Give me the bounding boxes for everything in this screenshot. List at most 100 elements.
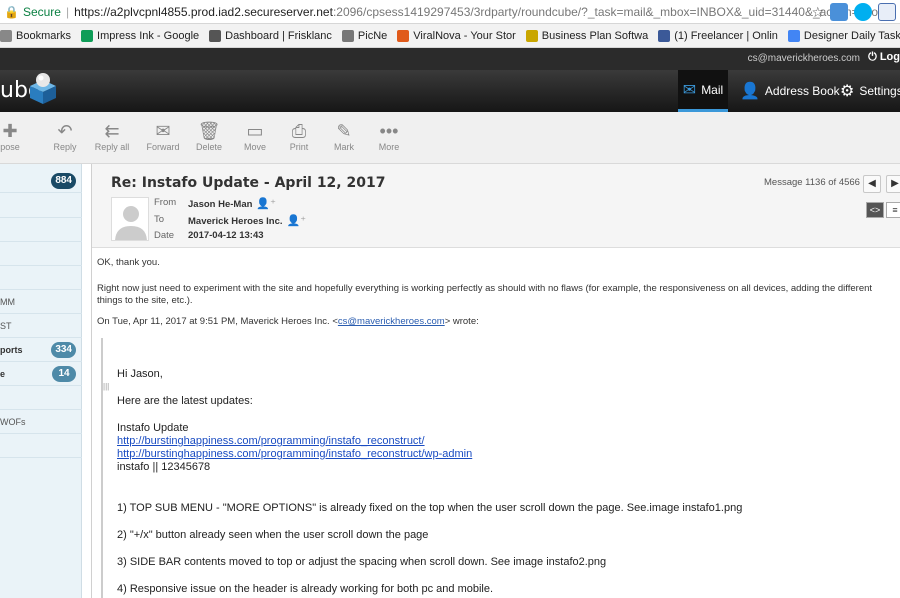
folder-item[interactable] — [0, 434, 82, 458]
logout-button[interactable]: ⏻ Log — [868, 51, 900, 64]
bookmark-label: Dashboard | Frisklanc — [225, 29, 332, 42]
pencil-icon: ✎ — [336, 121, 352, 141]
folder-item[interactable] — [0, 242, 82, 266]
bookmark-item[interactable]: Designer Daily Task L — [787, 29, 900, 42]
unread-count-badge: 14 — [52, 366, 76, 382]
avatar-placeholder-icon — [115, 206, 147, 240]
folder-label: ST — [0, 321, 12, 331]
bookmark-label: (1) Freelancer | Onlin — [674, 29, 778, 42]
bookmark-label: ViralNova - Your Stor — [413, 29, 516, 42]
envelope-icon: ✉ — [682, 81, 697, 99]
compose-button[interactable]: ✚ pose — [0, 120, 20, 152]
folder-list: 884 MM ST ports 334 e 14 WOFs — [0, 164, 82, 598]
folder-item[interactable] — [0, 194, 82, 218]
folder-item[interactable]: ports 334 — [0, 338, 82, 362]
browser-address-bar[interactable]: 🔒 Secure | https://a2plvcpnl4855.prod.ia… — [0, 0, 900, 24]
user-email: cs@maverickheroes.com — [747, 53, 860, 64]
bookmark-favicon-icon — [397, 29, 410, 42]
chevron-right-icon: ▶ — [891, 178, 899, 189]
forward-button[interactable]: ✉ Forward — [145, 120, 181, 152]
bookmark-favicon-icon — [209, 29, 222, 42]
quote-gutter-marker: ||| — [103, 382, 110, 391]
quote-intro-text: On Tue, Apr 11, 2017 at 9:51 PM, Maveric… — [97, 316, 338, 327]
to-label: To — [154, 214, 165, 225]
delete-button[interactable]: 🗑 Delete — [194, 120, 224, 152]
nav-mail[interactable]: ✉ Mail — [678, 70, 728, 112]
print-label: Print — [289, 142, 309, 152]
from-value[interactable]: Jason He-Man 👤⁺ — [188, 197, 276, 210]
bookmark-item[interactable]: Bookmarks — [0, 29, 71, 42]
nav-settings-label: Settings — [859, 84, 900, 98]
folder-item[interactable]: e 14 — [0, 362, 82, 386]
message-view: Re: Instafo Update - April 12, 2017 From… — [91, 164, 900, 598]
bookmark-item[interactable]: ViralNova - Your Stor — [397, 29, 516, 42]
code-icon: <> — [869, 205, 881, 215]
bookmarks-bar: Bookmarks Impress Ink - Google Dashboard |… — [0, 24, 900, 48]
bookmark-item[interactable]: PicNe — [341, 29, 387, 42]
from-name[interactable]: Jason He-Man — [188, 199, 252, 210]
nav-address-book[interactable]: 👤 Address Book — [740, 70, 840, 112]
folder-item[interactable] — [0, 386, 82, 410]
roundcube-logo-icon — [30, 73, 56, 104]
compose-icon: ✚ — [2, 121, 18, 141]
bookmark-item[interactable]: Business Plan Softwa — [525, 29, 648, 42]
printer-icon: ⎙ — [291, 121, 307, 141]
quote-item: 2) "+/x" button already seen when the us… — [117, 529, 429, 541]
reply-all-button[interactable]: ⇇ Reply all — [92, 120, 132, 152]
bookmark-favicon-icon — [81, 29, 94, 42]
folder-item[interactable]: MM — [0, 290, 82, 314]
mark-button[interactable]: ✎ Mark — [330, 120, 358, 152]
more-button[interactable]: ••• More — [375, 120, 403, 152]
nav-mail-label: Mail — [701, 82, 724, 97]
folder-label: WOFs — [0, 417, 26, 427]
forward-icon: ✉ — [155, 121, 171, 141]
gear-icon: ⚙ — [840, 83, 855, 100]
lock-icon: 🔒 — [4, 4, 19, 19]
extension-icon[interactable] — [830, 3, 848, 21]
folder-label: ports — [0, 345, 23, 355]
skype-icon[interactable] — [854, 3, 872, 21]
url-path[interactable]: :2096/cpsess1419297453/3rdparty/roundcub… — [333, 5, 887, 19]
separator: | — [65, 4, 70, 19]
to-value[interactable]: Maverick Heroes Inc. 👤⁺ — [188, 214, 306, 227]
folder-item[interactable]: WOFs — [0, 410, 82, 434]
quote-link-2[interactable]: http://burstinghappiness.com/programming… — [117, 448, 472, 460]
folder-item[interactable]: 884 — [0, 169, 82, 193]
email-link[interactable]: cs@maverickheroes.com — [338, 316, 445, 327]
account-strip: cs@maverickheroes.com ⏻ Log — [0, 48, 900, 70]
reply-button[interactable]: ↶ Reply — [50, 120, 80, 152]
bookmark-favicon-icon — [787, 29, 800, 42]
compose-label: pose — [0, 142, 20, 152]
bookmark-label: Impress Ink - Google — [97, 29, 200, 42]
bookmark-item[interactable]: (1) Freelancer | Onlin — [658, 29, 778, 42]
previous-message-button[interactable]: ◀ — [863, 175, 881, 193]
headers-view-button[interactable]: ≡ — [886, 202, 900, 218]
body-line: OK, thank you. — [97, 257, 160, 268]
chevron-left-icon: ◀ — [868, 178, 876, 189]
folder-icon: ▭ — [246, 121, 264, 141]
add-contact-icon[interactable]: 👤⁺ — [256, 198, 276, 210]
url-host[interactable]: https://a2plvcpnl4855.prod.iad2.securese… — [74, 5, 333, 19]
reply-icon: ↶ — [57, 121, 73, 141]
folder-item[interactable]: ST — [0, 314, 82, 338]
folder-item[interactable] — [0, 218, 82, 242]
mark-label: Mark — [334, 142, 354, 152]
extension-icon[interactable] — [878, 3, 896, 21]
app-header: ube ✉ Mail 👤 Address Book ⚙ Settings — [0, 70, 900, 112]
logout-label: Log — [879, 51, 900, 63]
html-view-button[interactable]: <> — [866, 202, 884, 218]
quote-link-1[interactable]: http://burstinghappiness.com/programming… — [117, 435, 425, 447]
bookmark-item[interactable]: Impress Ink - Google — [81, 29, 200, 42]
add-contact-icon[interactable]: 👤⁺ — [287, 215, 307, 227]
print-button[interactable]: ⎙ Print — [285, 120, 313, 152]
person-icon: 👤 — [740, 83, 760, 100]
next-message-button[interactable]: ▶ — [886, 175, 900, 193]
bookmark-favicon-icon — [525, 29, 538, 42]
folder-item[interactable] — [0, 266, 82, 290]
bookmark-item[interactable]: Dashboard | Frisklanc — [209, 29, 332, 42]
star-icon[interactable]: ☆ — [811, 3, 824, 21]
reply-all-icon: ⇇ — [104, 121, 120, 141]
to-name[interactable]: Maverick Heroes Inc. — [188, 216, 283, 227]
move-button[interactable]: ▭ Move — [240, 120, 270, 152]
nav-settings[interactable]: ⚙ Settings — [840, 70, 900, 112]
